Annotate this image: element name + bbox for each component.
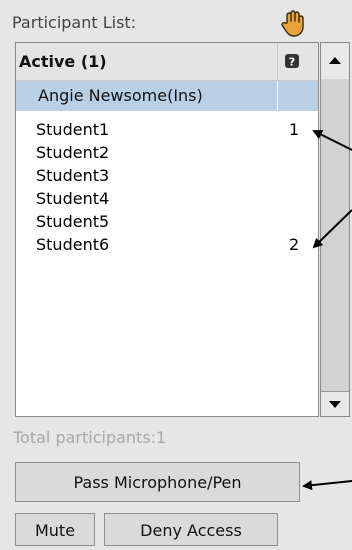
student-name: Student1 [36, 120, 110, 139]
scroll-down-button[interactable] [321, 391, 349, 416]
question-icon: ? [285, 54, 299, 69]
svg-text:?: ? [289, 56, 295, 69]
selected-row-extension [278, 81, 318, 111]
arrow-to-pass-button [302, 480, 352, 491]
instructor-name: Angie Newsome(Ins) [38, 86, 203, 105]
scroll-up-button[interactable] [321, 43, 349, 80]
selected-participant-row[interactable]: Angie Newsome(Ins) [16, 81, 277, 111]
arrow-down-icon [329, 401, 341, 408]
deny-access-button[interactable]: Deny Access [104, 513, 278, 546]
active-group-title: Active (1) [19, 52, 107, 71]
student-name: Student2 [36, 143, 110, 162]
total-participants: Total participants:1 [13, 428, 167, 447]
list-item[interactable]: Student4 [16, 189, 296, 211]
participant-list-label: Participant List: [12, 13, 137, 32]
vertical-scrollbar[interactable] [320, 42, 350, 417]
list-item[interactable]: Student3 [16, 166, 296, 188]
student-name: Student3 [36, 166, 110, 185]
mute-button[interactable]: Mute [15, 513, 95, 546]
student-name: Student4 [36, 189, 110, 208]
raise-hand-icon[interactable] [281, 9, 305, 37]
scroll-track[interactable] [321, 79, 349, 392]
queue-number: 2 [289, 235, 300, 254]
queue-number: 1 [289, 120, 300, 139]
student-name: Student5 [36, 212, 110, 231]
student-name: Student6 [36, 235, 110, 254]
participant-list[interactable]: Active (1) ? Angie Newsome(Ins) Student1… [15, 42, 319, 417]
list-item[interactable]: Student2 [16, 143, 296, 165]
column-divider [277, 43, 278, 81]
list-item[interactable]: Student6 2 [16, 235, 300, 257]
arrow-up-icon [329, 57, 341, 64]
list-group-header[interactable]: Active (1) ? [16, 43, 318, 81]
list-item[interactable]: Student5 [16, 212, 296, 234]
participant-panel: Participant List: Active (1) ? Angie New… [0, 0, 352, 550]
pass-microphone-pen-button[interactable]: Pass Microphone/Pen [15, 462, 300, 502]
list-item[interactable]: Student1 1 [16, 120, 300, 142]
